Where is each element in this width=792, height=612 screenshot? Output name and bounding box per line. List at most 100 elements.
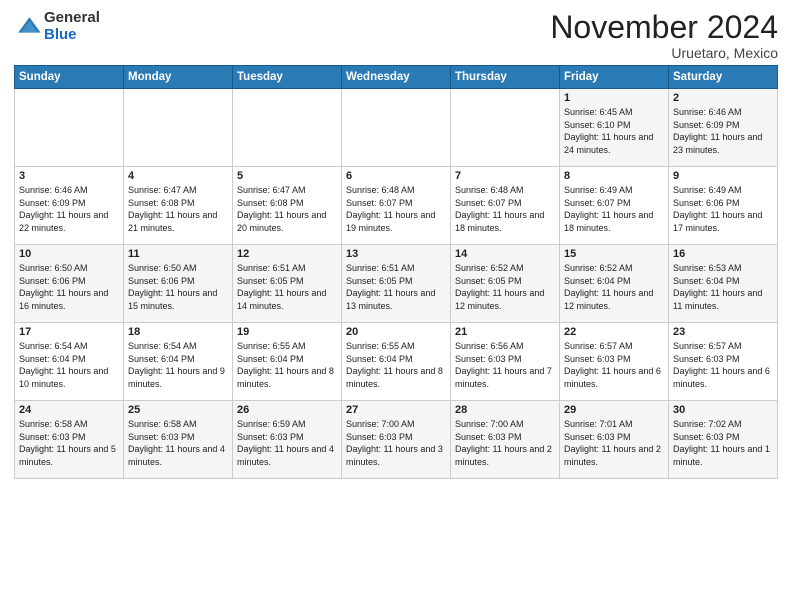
day-info: Sunrise: 6:51 AMSunset: 6:05 PMDaylight:… [237, 262, 337, 312]
week-row-1: 1Sunrise: 6:45 AMSunset: 6:10 PMDaylight… [15, 89, 778, 167]
day-cell: 29 Sunrise: 7:01 AMSunset: 6:03 PMDayligh… [560, 401, 669, 479]
day-number: 2 [673, 92, 773, 104]
day-header-thursday: Thursday [451, 66, 560, 89]
day-number: 10 [19, 248, 119, 260]
day-cell: 26 Sunrise: 6:59 AMSunset: 6:03 PMDayligh… [233, 401, 342, 479]
day-cell: 6 Sunrise: 6:48 AMSunset: 6:07 PMDaylight… [342, 167, 451, 245]
logo-text: General Blue [44, 10, 100, 43]
day-number: 19 [237, 326, 337, 338]
day-info: Sunrise: 7:00 AMSunset: 6:03 PMDaylight:… [455, 418, 555, 468]
day-info: Sunrise: 6:50 AMSunset: 6:06 PMDaylight:… [128, 262, 228, 312]
day-info: Sunrise: 7:02 AMSunset: 6:03 PMDaylight:… [673, 418, 773, 468]
day-cell: 13Sunrise: 6:51 AMSunset: 6:05 PMDayligh… [342, 245, 451, 323]
day-info: Sunrise: 6:48 AMSunset: 6:07 PMDaylight:… [346, 184, 446, 234]
week-row-4: 17 Sunrise: 6:54 AMSunset: 6:04 PMDayligh… [15, 323, 778, 401]
day-number: 11 [128, 248, 228, 260]
week-row-2: 3 Sunrise: 6:46 AMSunset: 6:09 PMDaylight… [15, 167, 778, 245]
day-number: 27 [346, 404, 446, 416]
day-number: 20 [346, 326, 446, 338]
day-info: Sunrise: 6:54 AMSunset: 6:04 PMDaylight:… [128, 340, 228, 390]
day-cell: 18 Sunrise: 6:54 AMSunset: 6:04 PMDayligh… [124, 323, 233, 401]
page-container: General Blue November 2024 Uruetaro, Mex… [0, 0, 792, 487]
day-number: 26 [237, 404, 337, 416]
day-header-tuesday: Tuesday [233, 66, 342, 89]
day-number: 9 [673, 170, 773, 182]
day-info: Sunrise: 6:59 AMSunset: 6:03 PMDaylight:… [237, 418, 337, 468]
day-cell: 22 Sunrise: 6:57 AMSunset: 6:03 PMDayligh… [560, 323, 669, 401]
day-cell: 4Sunrise: 6:47 AMSunset: 6:08 PMDaylight… [124, 167, 233, 245]
day-cell: 19 Sunrise: 6:55 AMSunset: 6:04 PMDayligh… [233, 323, 342, 401]
day-cell [233, 89, 342, 167]
week-row-3: 10 Sunrise: 6:50 AMSunset: 6:06 PMDayligh… [15, 245, 778, 323]
day-number: 12 [237, 248, 337, 260]
calendar-table: SundayMondayTuesdayWednesdayThursdayFrid… [14, 65, 778, 479]
day-info: Sunrise: 6:50 AMSunset: 6:06 PMDaylight:… [19, 262, 119, 312]
day-info: Sunrise: 6:58 AMSunset: 6:03 PMDaylight:… [128, 418, 228, 468]
day-number: 14 [455, 248, 555, 260]
day-cell: 25 Sunrise: 6:58 AMSunset: 6:03 PMDayligh… [124, 401, 233, 479]
day-cell: 24Sunrise: 6:58 AMSunset: 6:03 PMDayligh… [15, 401, 124, 479]
day-number: 8 [564, 170, 664, 182]
day-header-friday: Friday [560, 66, 669, 89]
day-info: Sunrise: 6:49 AMSunset: 6:06 PMDaylight:… [673, 184, 773, 234]
day-cell: 21Sunrise: 6:56 AMSunset: 6:03 PMDayligh… [451, 323, 560, 401]
week-row-5: 24Sunrise: 6:58 AMSunset: 6:03 PMDayligh… [15, 401, 778, 479]
day-info: Sunrise: 6:52 AMSunset: 6:04 PMDaylight:… [564, 262, 664, 312]
day-cell: 3 Sunrise: 6:46 AMSunset: 6:09 PMDaylight… [15, 167, 124, 245]
day-cell: 12 Sunrise: 6:51 AMSunset: 6:05 PMDayligh… [233, 245, 342, 323]
day-cell [342, 89, 451, 167]
day-info: Sunrise: 7:00 AMSunset: 6:03 PMDaylight:… [346, 418, 446, 468]
day-number: 6 [346, 170, 446, 182]
day-header-saturday: Saturday [669, 66, 778, 89]
day-cell: 23Sunrise: 6:57 AMSunset: 6:03 PMDayligh… [669, 323, 778, 401]
day-cell: 8 Sunrise: 6:49 AMSunset: 6:07 PMDaylight… [560, 167, 669, 245]
day-cell: 7 Sunrise: 6:48 AMSunset: 6:07 PMDaylight… [451, 167, 560, 245]
day-info: Sunrise: 6:48 AMSunset: 6:07 PMDaylight:… [455, 184, 555, 234]
day-info: Sunrise: 6:55 AMSunset: 6:04 PMDaylight:… [237, 340, 337, 390]
day-info: Sunrise: 6:49 AMSunset: 6:07 PMDaylight:… [564, 184, 664, 234]
day-info: Sunrise: 6:54 AMSunset: 6:04 PMDaylight:… [19, 340, 119, 390]
logo: General Blue [14, 10, 100, 43]
location: Uruetaro, Mexico [550, 45, 778, 61]
header-row: SundayMondayTuesdayWednesdayThursdayFrid… [15, 66, 778, 89]
logo-icon [14, 13, 42, 41]
day-cell: 17 Sunrise: 6:54 AMSunset: 6:04 PMDayligh… [15, 323, 124, 401]
day-number: 25 [128, 404, 228, 416]
day-info: Sunrise: 6:45 AMSunset: 6:10 PMDaylight:… [564, 106, 664, 156]
day-cell: 20Sunrise: 6:55 AMSunset: 6:04 PMDayligh… [342, 323, 451, 401]
month-title: November 2024 [550, 10, 778, 45]
day-header-wednesday: Wednesday [342, 66, 451, 89]
day-cell: 28Sunrise: 7:00 AMSunset: 6:03 PMDayligh… [451, 401, 560, 479]
day-number: 13 [346, 248, 446, 260]
day-info: Sunrise: 6:57 AMSunset: 6:03 PMDaylight:… [564, 340, 664, 390]
logo-general: General [44, 10, 100, 27]
day-number: 16 [673, 248, 773, 260]
day-number: 3 [19, 170, 119, 182]
day-cell [451, 89, 560, 167]
day-info: Sunrise: 7:01 AMSunset: 6:03 PMDaylight:… [564, 418, 664, 468]
day-cell: 5Sunrise: 6:47 AMSunset: 6:08 PMDaylight… [233, 167, 342, 245]
day-cell: 9 Sunrise: 6:49 AMSunset: 6:06 PMDaylight… [669, 167, 778, 245]
day-cell [15, 89, 124, 167]
day-number: 18 [128, 326, 228, 338]
day-info: Sunrise: 6:47 AMSunset: 6:08 PMDaylight:… [128, 184, 228, 234]
day-info: Sunrise: 6:46 AMSunset: 6:09 PMDaylight:… [673, 106, 773, 156]
day-cell: 11 Sunrise: 6:50 AMSunset: 6:06 PMDayligh… [124, 245, 233, 323]
day-cell: 27 Sunrise: 7:00 AMSunset: 6:03 PMDayligh… [342, 401, 451, 479]
day-cell: 30 Sunrise: 7:02 AMSunset: 6:03 PMDayligh… [669, 401, 778, 479]
day-info: Sunrise: 6:46 AMSunset: 6:09 PMDaylight:… [19, 184, 119, 234]
day-cell: 2 Sunrise: 6:46 AMSunset: 6:09 PMDaylight… [669, 89, 778, 167]
day-header-monday: Monday [124, 66, 233, 89]
day-number: 29 [564, 404, 664, 416]
header: General Blue November 2024 Uruetaro, Mex… [14, 10, 778, 61]
day-number: 7 [455, 170, 555, 182]
day-number: 17 [19, 326, 119, 338]
day-number: 30 [673, 404, 773, 416]
day-cell [124, 89, 233, 167]
title-block: November 2024 Uruetaro, Mexico [550, 10, 778, 61]
day-cell: 10 Sunrise: 6:50 AMSunset: 6:06 PMDayligh… [15, 245, 124, 323]
day-number: 22 [564, 326, 664, 338]
day-header-sunday: Sunday [15, 66, 124, 89]
day-info: Sunrise: 6:56 AMSunset: 6:03 PMDaylight:… [455, 340, 555, 390]
day-info: Sunrise: 6:52 AMSunset: 6:05 PMDaylight:… [455, 262, 555, 312]
